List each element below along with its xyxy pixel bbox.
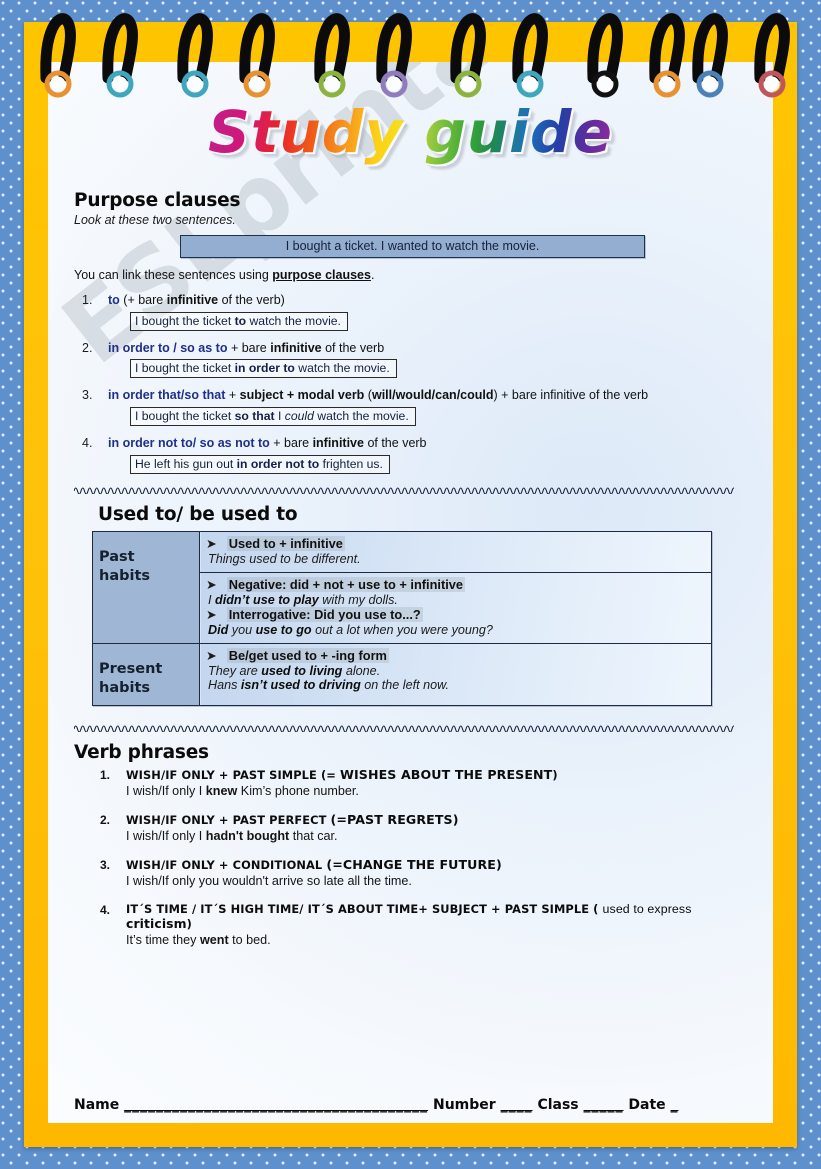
used-to-row: Past habits ➤ Used to + infinitive Things us… (92, 530, 712, 644)
used-to-table: Past habits ➤ Used to + infinitive Things us… (92, 530, 712, 706)
used-to-example: Did you use to go out a lot when you wer… (208, 622, 493, 637)
used-to-bullet-text: Interrogative: Did you use to...? (226, 606, 423, 622)
used-to-bullet: ➤ Be/get used to + -ing form (206, 647, 705, 664)
purpose-item-rule-rest: + subject + modal verb (will/would/can/c… (225, 388, 649, 403)
purpose-sentence-box: I bought a ticket. I wanted to watch the… (180, 235, 645, 258)
title-area: Study guide (48, 98, 773, 166)
used-to-row: Present habits ➤ Be/get used to + -ing form… (92, 642, 712, 706)
verb-phrase-example: I wish/If only you wouldn't arrive so la… (126, 873, 412, 888)
purpose-item-example: I bought the ticket so that I could watc… (130, 406, 416, 426)
verb-phrase-rule: IT´S TIME / IT´S HIGH TIME/ IT´S ABOUT T… (126, 901, 692, 931)
footer-class-label: Class (537, 1097, 579, 1113)
verb-phrase-number: 3. (100, 857, 111, 872)
section-heading-used-to: Used to/ be used to (98, 503, 298, 525)
arrow-bullet-icon: ➤ (206, 536, 217, 552)
used-to-bullet: ➤ Interrogative: Did you use to...? (206, 606, 705, 623)
verb-phrase-item: 2. WISH/IF ONLY + PAST PERFECT (=PAST REG… (74, 812, 751, 843)
purpose-item-example: He left his gun out in order not to frig… (130, 454, 390, 474)
purpose-item: 4. in order not to/ so as not to + bare i… (74, 436, 751, 474)
footer-date-blank[interactable]: _ (671, 1097, 679, 1113)
purpose-item-example: I bought the ticket in order to watch th… (130, 359, 397, 379)
page-title: Study guide (208, 98, 613, 166)
used-to-bullet: ➤ Negative: did + not + use to + infiniti… (206, 576, 705, 593)
verb-phrase-example: I wish/If only I knew Kim’s phone number… (126, 783, 359, 798)
purpose-item: 2. in order to / so as to + bare infiniti… (74, 341, 751, 379)
linker-keyword: purpose clauses (272, 268, 371, 282)
purpose-item-keyword: in order to / so as to (108, 340, 228, 355)
purpose-item-rule: in order not to/ so as not to + bare inf… (108, 436, 751, 452)
used-to-row-content: ➤ Negative: did + not + use to + infiniti… (199, 571, 712, 644)
verb-phrase-number: 1. (100, 767, 111, 782)
purpose-item-example: I bought the ticket to watch the movie. (130, 311, 348, 331)
linker-pre: You can link these sentences using (74, 268, 273, 282)
purpose-item-keyword: in order not to/ so as not to (108, 435, 270, 450)
footer-class-blank[interactable]: _____ (584, 1097, 624, 1113)
used-to-bullet: ➤ Used to + infinitive (206, 535, 705, 552)
arrow-bullet-icon: ➤ (206, 607, 217, 623)
verb-phrase-example: I wish/If only I hadn't bought that car. (126, 828, 338, 843)
footer-number-blank[interactable]: ____ (501, 1097, 533, 1113)
purpose-item-rule: to (+ bare infinitive of the verb) (108, 293, 751, 309)
footer-name-blank[interactable]: ______________________________________ (124, 1097, 428, 1113)
used-to-bullet-text: Negative: did + not + use to + infinitiv… (226, 576, 466, 592)
verb-phrase-number: 4. (100, 902, 111, 917)
used-to-example: Things used to be different. (208, 551, 361, 566)
purpose-item: 1. to (+ bare infinitive of the verb) I bo… (74, 293, 751, 331)
used-to-example: I didn’t use to play with my dolls. (208, 592, 398, 607)
verb-phrase-example: It’s time they went to bed. (126, 932, 271, 947)
verb-phrase-item: 3. WISH/IF ONLY + CONDITIONAL (=CHANGE TH… (74, 857, 751, 888)
purpose-clause-list: 1. to (+ bare infinitive of the verb) I bo… (74, 293, 751, 474)
used-to-bullet-text: Be/get used to + -ing form (226, 647, 389, 663)
divider-squiggle-1 (74, 484, 751, 496)
verb-phrase-item: 4. IT´S TIME / IT´S HIGH TIME/ IT´S ABOUT… (74, 902, 751, 947)
used-to-example: Hans isn’t used to driving on the left n… (208, 677, 449, 692)
footer-date-label: Date (628, 1097, 666, 1113)
purpose-item-number: 4. (82, 435, 93, 450)
purpose-item-rule: in order that/so that + subject + modal … (108, 388, 751, 404)
footer-name-label: Name (74, 1097, 120, 1113)
worksheet-page: ESLprintables.com Study guide Purpose cl… (48, 62, 773, 1123)
arrow-bullet-icon: ➤ (206, 648, 217, 664)
verb-phrase-rule: WISH/IF ONLY + PAST SIMPLE (= WISHES ABO… (126, 766, 558, 782)
purpose-item-rule-rest: + bare infinitive of the verb (227, 340, 385, 355)
divider-squiggle-2 (74, 722, 751, 734)
worksheet-content: Purpose clauses Look at these two senten… (48, 190, 773, 961)
purpose-item-rule: in order to / so as to + bare infinitive… (108, 341, 751, 357)
used-to-row-label: Past habits (92, 530, 200, 644)
student-info-footer: Name ___________________________________… (48, 1097, 773, 1113)
used-to-bullet-text: Used to + infinitive (226, 535, 345, 551)
purpose-linker-text: You can link these sentences using purpo… (74, 268, 751, 282)
purpose-lead-text: Look at these two sentences. (74, 213, 236, 227)
arrow-bullet-icon: ➤ (206, 577, 217, 593)
purpose-item-keyword: in order that/so that (108, 388, 226, 403)
section-heading-purpose-clauses: Purpose clauses (74, 190, 241, 211)
purpose-item-keyword: to (108, 293, 120, 307)
purpose-item-number: 3. (82, 388, 93, 403)
section-heading-verb-phrases: Verb phrases (74, 741, 209, 763)
verb-phrase-list: 1. WISH/IF ONLY + PAST SIMPLE (= WISHES A… (74, 767, 751, 947)
purpose-item-number: 2. (82, 340, 93, 355)
used-to-row-content: ➤ Be/get used to + -ing form They are used… (199, 642, 712, 706)
verb-phrase-number: 2. (100, 812, 111, 827)
purpose-item-rule-rest: + bare infinitive of the verb (269, 435, 427, 450)
linker-post: . (370, 268, 375, 282)
footer-number-label: Number (433, 1097, 496, 1113)
used-to-row-content: ➤ Used to + infinitive Things used to be d… (199, 530, 712, 573)
verb-phrase-item: 1. WISH/IF ONLY + PAST SIMPLE (= WISHES A… (74, 767, 751, 798)
used-to-row-label: Present habits (92, 642, 200, 706)
purpose-item-number: 1. (82, 293, 93, 307)
purpose-item: 3. in order that/so that + subject + moda… (74, 388, 751, 426)
verb-phrase-rule: WISH/IF ONLY + CONDITIONAL (=CHANGE THE … (126, 856, 502, 872)
used-to-example: They are used to living alone. (208, 663, 381, 678)
purpose-item-rule-rest: (+ bare infinitive of the verb) (119, 293, 285, 307)
verb-phrase-rule: WISH/IF ONLY + PAST PERFECT (=PAST REGRE… (126, 811, 459, 827)
